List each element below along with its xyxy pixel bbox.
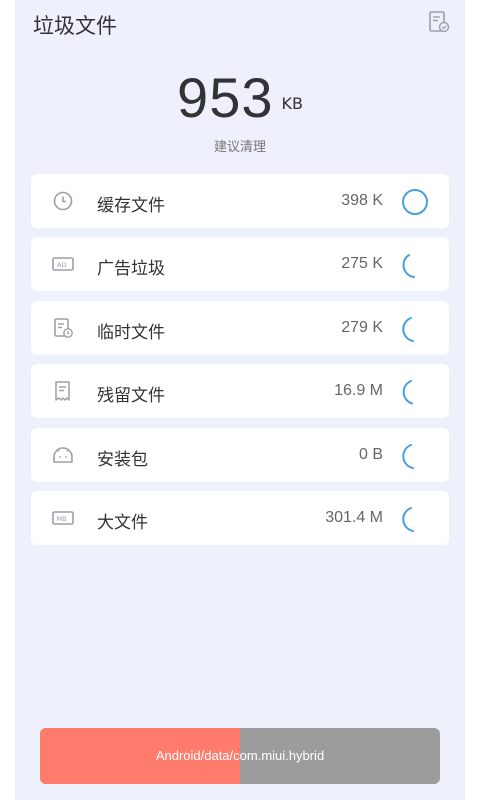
- category-card-residual[interactable]: 残留文件 16.9 M: [31, 364, 449, 419]
- clock-icon: [51, 189, 75, 213]
- category-label: 广告垃圾: [97, 259, 165, 280]
- scan-spinner-icon: [400, 504, 430, 534]
- category-label: 临时文件: [97, 322, 165, 343]
- category-label: 缓存文件: [97, 196, 165, 216]
- scan-spinner-icon: [400, 377, 430, 407]
- scan-spinner-icon: [400, 441, 430, 471]
- category-size: 0 B: [358, 445, 383, 463]
- category-label: 安装包: [97, 449, 148, 470]
- page-title: 垃圾文件: [33, 14, 117, 38]
- scan-spinner-icon: [400, 314, 430, 344]
- android-icon: [51, 443, 75, 467]
- category-card-ads[interactable]: AD 广告垃圾 275 K: [31, 237, 449, 292]
- report-icon[interactable]: [427, 10, 451, 34]
- category-size: 301.4 M: [325, 508, 383, 526]
- temp-file-icon: [51, 316, 75, 340]
- junk-size-unit: KB: [281, 94, 303, 113]
- scan-spinner-icon: [400, 250, 430, 280]
- category-label: 残留文件: [97, 386, 165, 407]
- category-card-temp[interactable]: 临时文件 279 K: [31, 300, 449, 355]
- category-card-apk[interactable]: 安装包 0 B: [31, 427, 449, 482]
- junk-category-list: 缓存文件 398 K AD 广告垃圾 275 K 临时文件 279 K 残留文件…: [31, 174, 449, 554]
- category-card-cache[interactable]: 缓存文件 398 K: [31, 174, 449, 228]
- category-size: 279 K: [341, 318, 383, 336]
- scan-path: Android/data/com.miui.hybrid: [155, 748, 325, 763]
- svg-text:AD: AD: [57, 261, 66, 269]
- svg-text:MB: MB: [57, 515, 67, 523]
- category-label: 大文件: [97, 512, 148, 533]
- junk-size: 953: [177, 66, 274, 129]
- junk-files-screen: 垃圾文件 953 KB 建议清理 缓存文件 398 K AD 广告垃圾 275 …: [15, 0, 465, 800]
- scan-progress-button[interactable]: Android/data/com.miui.hybrid: [40, 728, 440, 784]
- mb-icon: MB: [51, 506, 75, 530]
- category-size: 275 K: [341, 255, 383, 273]
- junk-summary: 953 KB 建议清理: [15, 66, 465, 155]
- scan-spinner-icon: [400, 187, 430, 217]
- category-size: 398 K: [341, 192, 383, 209]
- category-card-large[interactable]: MB 大文件 301.4 M: [31, 490, 449, 545]
- category-size: 16.9 M: [334, 382, 383, 400]
- ad-icon: AD: [51, 252, 75, 276]
- residual-file-icon: [51, 379, 75, 403]
- clean-suggestion: 建议清理: [213, 140, 266, 155]
